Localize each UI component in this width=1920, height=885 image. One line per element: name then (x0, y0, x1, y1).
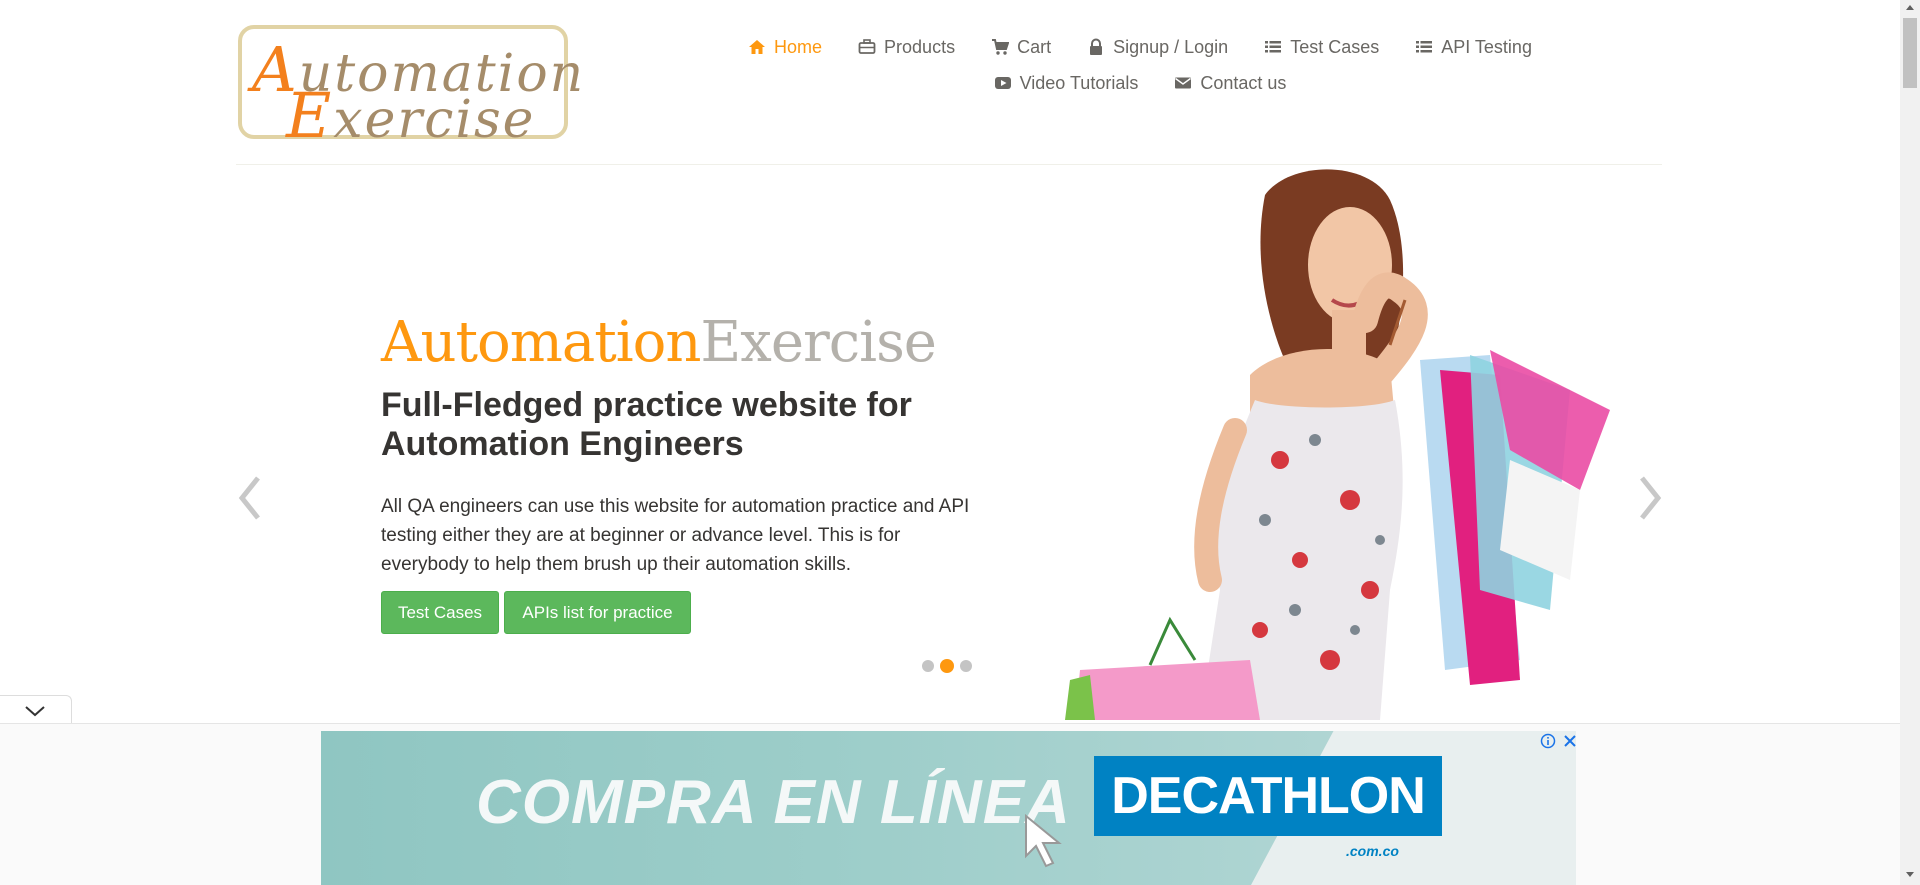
nav-row-2: Video Tutorials Contact us (700, 72, 1580, 94)
nav-api-testing[interactable]: API Testing (1397, 36, 1550, 58)
nav-signup-login[interactable]: Signup / Login (1069, 36, 1246, 58)
nav-home[interactable]: Home (730, 36, 840, 58)
lock-icon (1090, 38, 1103, 55)
slider-dot-3[interactable] (960, 660, 972, 672)
logo-line-2: Exercise (286, 79, 536, 152)
nav-cart-label: Cart (1017, 36, 1052, 57)
slider-indicators (922, 659, 972, 673)
nav-video-tutorials[interactable]: Video Tutorials (976, 72, 1157, 94)
decathlon-ad-banner[interactable]: COMPRA EN LÍNEA DECATHLON .com.co (321, 731, 1576, 885)
slider-description: All QA engineers can use this website fo… (381, 496, 970, 575)
nav-api-testing-label: API Testing (1441, 36, 1532, 57)
ad-info-icon[interactable] (1540, 733, 1556, 749)
hero-image-woman-shopping (1065, 169, 1610, 720)
decathlon-domain: .com.co (1346, 843, 1399, 859)
ad-headline: COMPRA EN LÍNEA (476, 768, 1071, 837)
nav-products[interactable]: Products (840, 36, 973, 58)
scroll-down-arrow-icon[interactable] (1900, 866, 1920, 884)
site-logo[interactable]: Automation Exercise (238, 25, 583, 152)
slider-prev-arrow[interactable] (232, 470, 272, 526)
ad-controls (1540, 733, 1578, 749)
nav-products-label: Products (884, 36, 956, 57)
ad-collapse-toggle[interactable] (0, 695, 72, 725)
slider-brand-title: AutomationExercise (381, 310, 937, 375)
page-scrollbar[interactable] (1900, 0, 1920, 885)
nav-cart[interactable]: Cart (973, 36, 1069, 58)
decathlon-logo: DECATHLON (1094, 756, 1442, 836)
slider-next-arrow[interactable] (1628, 470, 1668, 526)
list-icon (1416, 41, 1433, 53)
youtube-icon (994, 77, 1011, 89)
slider-dot-1[interactable] (922, 660, 934, 672)
slider-dot-2[interactable] (940, 659, 954, 673)
nav-home-label: Home (774, 36, 823, 57)
chevron-down-icon (25, 706, 45, 717)
products-icon (858, 39, 876, 54)
cart-icon (992, 39, 1010, 55)
apis-list-button[interactable]: APIs list for practice (504, 591, 691, 634)
test-cases-button[interactable]: Test Cases (381, 591, 499, 634)
ad-close-icon[interactable] (1562, 733, 1578, 749)
nav-test-cases[interactable]: Test Cases (1246, 36, 1397, 58)
main-nav: Home Products Cart Signup / Login Test C… (700, 36, 1580, 94)
nav-test-cases-label: Test Cases (1290, 36, 1380, 57)
list-icon (1265, 41, 1282, 53)
slider-headline: Full-Fledged practice website for Automa… (381, 386, 912, 463)
scroll-up-arrow-icon[interactable] (1900, 0, 1920, 16)
envelope-icon (1175, 77, 1192, 89)
nav-signup-login-label: Signup / Login (1113, 36, 1229, 57)
nav-row-1: Home Products Cart Signup / Login Test C… (700, 36, 1580, 58)
home-icon (749, 40, 766, 54)
nav-contact-us-label: Contact us (1200, 72, 1287, 93)
nav-video-tutorials-label: Video Tutorials (1019, 72, 1139, 93)
scrollbar-thumb[interactable] (1903, 18, 1917, 88)
cursor-arrow-icon (1025, 813, 1062, 868)
nav-contact-us[interactable]: Contact us (1156, 72, 1304, 94)
